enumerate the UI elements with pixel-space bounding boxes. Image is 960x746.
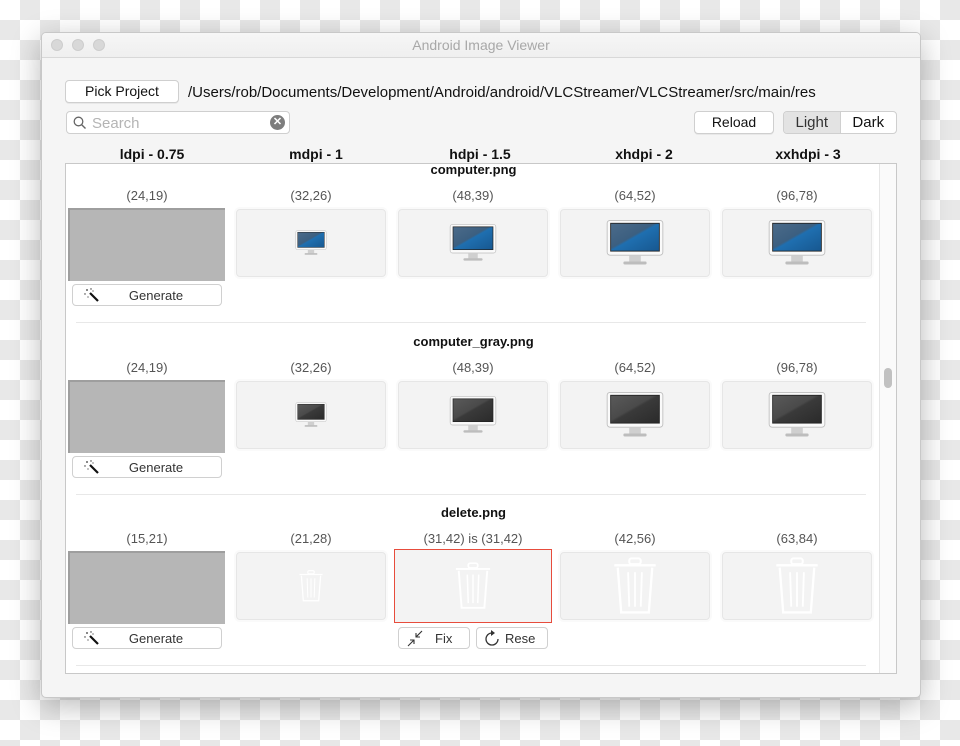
- image-cell[interactable]: [560, 552, 710, 620]
- computer-blue-icon: [295, 230, 327, 255]
- project-path: /Users/rob/Documents/Development/Android…: [188, 84, 816, 101]
- computer-blue-icon: [449, 224, 497, 261]
- image-cell[interactable]: [560, 381, 710, 449]
- size-label: (64,52): [614, 360, 656, 375]
- reset-button[interactable]: Rese: [476, 627, 548, 649]
- row-divider: [76, 665, 866, 666]
- computer-blue-icon: [606, 219, 664, 265]
- resource-row-delete: delete.png (15,21) (21,28) (31,42) is (3…: [66, 499, 881, 671]
- size-label: (48,39): [452, 360, 494, 375]
- app-window: Android Image Viewer Pick Project /Users…: [41, 32, 921, 698]
- reload-button[interactable]: Reload: [694, 111, 774, 134]
- generate-label: Generate: [128, 460, 184, 475]
- size-label: (48,39): [452, 188, 494, 203]
- size-label: (24,19): [126, 188, 168, 203]
- image-cell[interactable]: [398, 209, 548, 277]
- image-cell[interactable]: [236, 209, 386, 277]
- column-header-hdpi: hdpi - 1.5: [449, 146, 511, 162]
- resource-row-computer: computer.png (24,19) (32,26) (48,39) (64…: [66, 163, 881, 328]
- trash-icon: [455, 562, 491, 609]
- size-label: (42,56): [614, 531, 656, 546]
- fix-label: Fix: [435, 631, 453, 646]
- image-cell-size-error[interactable]: [394, 549, 552, 623]
- column-header-xhdpi: xhdpi - 2: [615, 146, 673, 162]
- image-cell[interactable]: [398, 381, 548, 449]
- missing-image-placeholder: [68, 551, 225, 624]
- trash-icon: [299, 570, 323, 602]
- clear-search-icon[interactable]: ✕: [270, 115, 285, 130]
- size-mismatch-label: (31,42) is (31,42): [423, 531, 523, 546]
- row-divider: [76, 322, 866, 323]
- generate-button[interactable]: Generate: [72, 284, 222, 306]
- computer-gray-icon: [449, 396, 497, 433]
- size-label: (64,52): [614, 188, 656, 203]
- size-label: (96,78): [776, 188, 818, 203]
- generate-button[interactable]: Generate: [72, 456, 222, 478]
- size-label: (24,19): [126, 360, 168, 375]
- trash-icon: [614, 557, 656, 614]
- generate-label: Generate: [128, 631, 184, 646]
- resource-name: delete.png: [440, 505, 506, 520]
- resource-name: computer.png: [430, 163, 517, 177]
- title-bar: Android Image Viewer: [42, 33, 920, 58]
- computer-gray-icon: [606, 391, 664, 437]
- image-cell[interactable]: [722, 381, 872, 449]
- image-cell[interactable]: [722, 552, 872, 620]
- resource-row-computer-gray: computer_gray.png (24,19) (32,26) (48,39…: [66, 328, 881, 500]
- theme-light-option[interactable]: Light: [784, 112, 841, 133]
- computer-gray-icon: [768, 391, 826, 437]
- trash-icon: [776, 557, 818, 614]
- size-label: (32,26): [290, 188, 332, 203]
- search-placeholder: Search: [92, 115, 140, 132]
- column-header-mdpi: mdpi - 1: [289, 146, 343, 162]
- shrink-arrows-icon: [407, 630, 423, 647]
- computer-gray-icon: [295, 402, 327, 427]
- size-label: (96,78): [776, 360, 818, 375]
- resource-name: computer_gray.png: [413, 334, 534, 349]
- image-cell[interactable]: [560, 209, 710, 277]
- window-title: Android Image Viewer: [412, 37, 550, 53]
- missing-image-placeholder: [68, 208, 225, 281]
- pick-project-button[interactable]: Pick Project: [65, 80, 179, 103]
- size-label: (63,84): [776, 531, 818, 546]
- scrollbar-thumb[interactable]: [884, 368, 892, 388]
- size-label: (21,28): [290, 531, 332, 546]
- image-cell[interactable]: [236, 552, 386, 620]
- row-divider: [76, 494, 866, 495]
- search-field[interactable]: Search ✕: [66, 111, 290, 134]
- reset-label: Rese: [505, 631, 536, 646]
- image-cell[interactable]: [722, 209, 872, 277]
- resource-list[interactable]: computer.png (24,19) (32,26) (48,39) (64…: [65, 163, 897, 674]
- image-cell[interactable]: [236, 381, 386, 449]
- generate-label: Generate: [128, 288, 184, 303]
- size-label: (15,21): [126, 531, 168, 546]
- theme-dark-option[interactable]: Dark: [841, 112, 897, 133]
- size-label: (32,26): [290, 360, 332, 375]
- generate-button[interactable]: Generate: [72, 627, 222, 649]
- column-header-ldpi: ldpi - 0.75: [119, 146, 185, 162]
- vertical-scrollbar[interactable]: [879, 164, 896, 673]
- theme-segmented-control[interactable]: Light Dark: [783, 111, 897, 134]
- computer-blue-icon: [768, 219, 826, 265]
- reset-arrow-icon: [485, 630, 499, 646]
- search-icon: [73, 116, 86, 129]
- fix-button[interactable]: Fix: [398, 627, 470, 649]
- missing-image-placeholder: [68, 380, 225, 453]
- column-header-xxhdpi: xxhdpi - 3: [775, 146, 841, 162]
